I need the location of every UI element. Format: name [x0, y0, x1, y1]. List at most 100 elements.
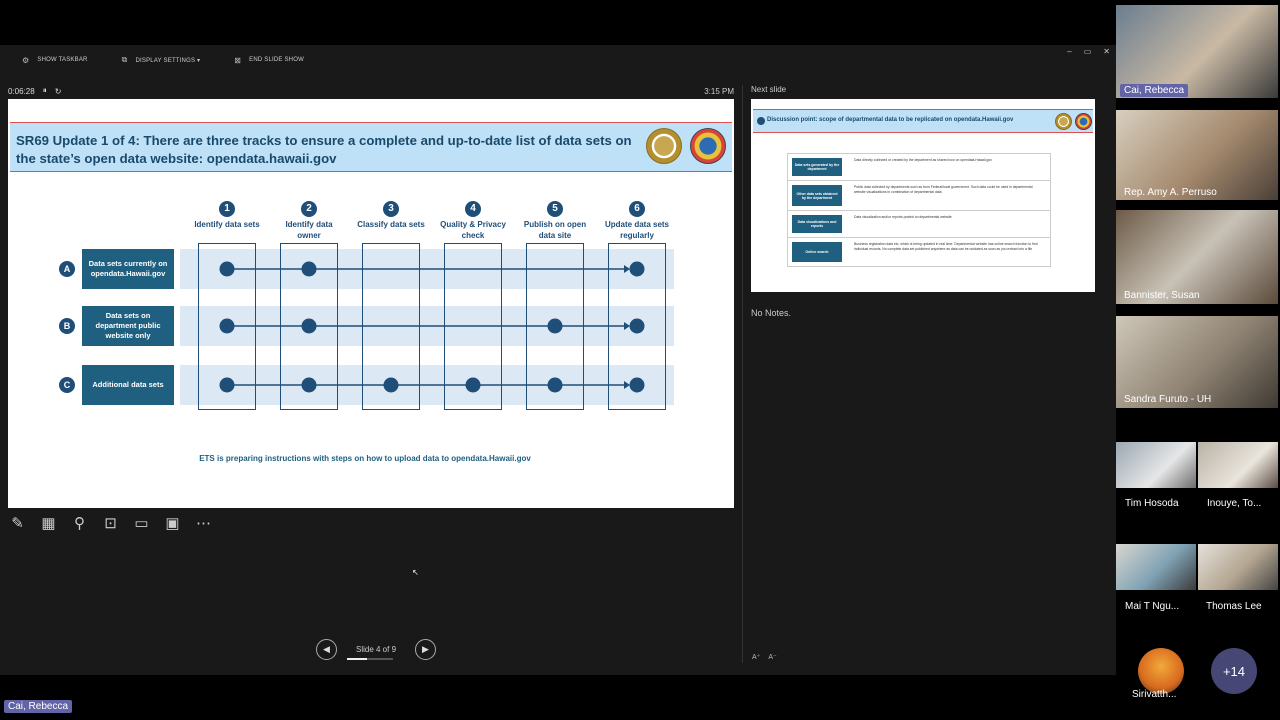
slide-progress-fill — [347, 658, 367, 660]
clock: 3:15 PM — [704, 86, 734, 96]
participant-name: Rep. Amy A. Perruso — [1124, 187, 1217, 198]
row-label: Data visualizations and reports — [792, 215, 842, 233]
more-participants-button[interactable]: +14 — [1211, 648, 1257, 694]
track-letter-a: A — [59, 261, 75, 277]
track-step-dot — [301, 377, 317, 393]
grid-icon[interactable]: ▦ — [39, 513, 58, 532]
speaker-notes[interactable]: No Notes. — [751, 308, 791, 318]
end-slide-show-button[interactable]: ⊠ END SLIDE SHOW — [234, 56, 304, 65]
taskbar-icon: ⚙ — [22, 55, 30, 65]
video-tile[interactable] — [1116, 442, 1196, 488]
next-slide-preview[interactable]: Discussion point: scope of departmental … — [751, 99, 1095, 292]
more-icon[interactable]: ⋯ — [194, 513, 213, 532]
reset-timer-button[interactable]: ↻ — [55, 87, 62, 96]
presenter-toolbar: ⚙ SHOW TASKBAR ⧉ DISPLAY SETTINGS ▾ ⊠ EN… — [0, 45, 1116, 75]
row-label: Online search — [792, 242, 842, 262]
track-step-dot — [219, 318, 235, 334]
display-settings-button[interactable]: ⧉ DISPLAY SETTINGS ▾ — [122, 55, 201, 65]
presenter-view: ⚙ SHOW TASKBAR ⧉ DISPLAY SETTINGS ▾ ⊠ EN… — [0, 45, 1116, 675]
video-tile[interactable] — [1198, 544, 1278, 590]
scope-table: Data sets generated by the department Da… — [787, 153, 1051, 267]
track-step-dot — [629, 377, 645, 393]
track-arrow — [624, 265, 630, 273]
participant-name: Sirivatth... — [1132, 689, 1177, 700]
track-step-dot — [547, 377, 563, 393]
window-controls: – ▭ ✕ — [1067, 47, 1110, 56]
slide-counter-label: Slide 4 of 9 — [355, 645, 397, 654]
row-text: Data visualization and/or reports posted… — [854, 215, 952, 219]
mouse-cursor-icon: ↖ — [412, 568, 419, 577]
avatar[interactable] — [1138, 648, 1184, 694]
track-label-b: Data sets on department public website o… — [82, 306, 174, 346]
row-text: Public data collected by departments suc… — [854, 185, 1033, 194]
video-tile[interactable] — [1198, 442, 1278, 488]
next-slide-title-bar: Discussion point: scope of departmental … — [753, 109, 1093, 133]
next-slide-button[interactable]: ▶ — [415, 639, 436, 660]
track-arrow — [624, 381, 630, 389]
track-step-dot — [219, 261, 235, 277]
pen-icon[interactable]: ✎ — [8, 513, 27, 532]
increase-font-button[interactable]: A⁺ — [752, 653, 760, 661]
table-row: Other data sets obtained by the departme… — [788, 181, 1050, 211]
pointer-icon[interactable]: ⊡ — [101, 513, 120, 532]
participant-name: Sandra Furuto - UH — [1124, 394, 1212, 405]
pane-divider[interactable] — [742, 85, 743, 663]
display-settings-label: DISPLAY SETTINGS ▾ — [135, 57, 201, 64]
subtitles-icon[interactable]: ▭ — [132, 513, 151, 532]
current-slide: SR69 Update 1 of 4: There are three trac… — [8, 99, 734, 508]
previous-slide-button[interactable]: ◀ — [316, 639, 337, 660]
row-label: Other data sets obtained by the departme… — [792, 185, 842, 206]
meeting-window: ⚙ SHOW TASKBAR ⧉ DISPLAY SETTINGS ▾ ⊠ EN… — [0, 0, 1280, 720]
timer-row: 0:06:28 ⏸ ↻ 3:15 PM — [8, 85, 734, 97]
track-letter-c: C — [59, 377, 75, 393]
show-taskbar-button[interactable]: ⚙ SHOW TASKBAR — [22, 56, 88, 65]
zoom-icon[interactable]: ⚲ — [70, 513, 89, 532]
end-show-icon: ⊠ — [234, 55, 242, 65]
track-letter-b: B — [59, 318, 75, 334]
participant-gallery: Cai, Rebecca Rep. Amy A. Perruso Bannist… — [1116, 0, 1280, 720]
camera-icon[interactable]: ▣ — [163, 513, 182, 532]
participant-name: Thomas Lee — [1206, 601, 1262, 612]
notes-font-controls: A⁺ A⁻ — [752, 653, 777, 661]
track-step-dot — [383, 377, 399, 393]
maximize-button[interactable]: ▭ — [1084, 47, 1092, 56]
track-step-dot — [547, 318, 563, 334]
department-seal-icon — [1075, 113, 1092, 130]
track-step-dot — [301, 261, 317, 277]
participant-name: Cai, Rebecca — [1120, 84, 1189, 97]
bullet-icon — [757, 117, 765, 125]
close-button[interactable]: ✕ — [1103, 47, 1110, 56]
table-row: Data visualizations and reports Data vis… — [788, 211, 1050, 238]
next-slide-title: Discussion point: scope of departmental … — [767, 117, 1014, 123]
decrease-font-button[interactable]: A⁻ — [768, 653, 776, 661]
participant-name: Mai T Ngu... — [1125, 601, 1180, 612]
row-text: Business registration data etc. which is… — [854, 242, 1038, 251]
end-slide-show-label: END SLIDE SHOW — [249, 57, 304, 63]
track-step-dot — [629, 261, 645, 277]
slide-tools: ✎ ▦ ⚲ ⊡ ▭ ▣ ⋯ — [8, 513, 213, 532]
table-row: Data sets generated by the department Da… — [788, 154, 1050, 181]
row-text: Data directly collected or created by th… — [854, 158, 992, 162]
table-row: Online search Business registration data… — [788, 238, 1050, 266]
display-icon: ⧉ — [121, 55, 128, 64]
slide-counter[interactable]: Slide 4 of 9 — [347, 645, 405, 660]
pause-timer-button[interactable]: ⏸ — [43, 86, 47, 96]
participant-name: Inouye, To... — [1207, 498, 1262, 509]
next-slide-label: Next slide — [751, 85, 787, 94]
track-label-a: Data sets currently on opendata.Hawaii.g… — [82, 249, 174, 289]
minimize-button[interactable]: – — [1067, 47, 1071, 56]
slide-footer: ETS is preparing instructions with steps… — [199, 454, 531, 463]
video-tile[interactable] — [1116, 544, 1196, 590]
track-diagram — [219, 261, 645, 393]
slide-navigation: ◀ Slide 4 of 9 ▶ — [316, 639, 436, 660]
track-step-dot — [629, 318, 645, 334]
participant-name: Tim Hosoda — [1125, 498, 1179, 509]
track-step-dot — [465, 377, 481, 393]
elapsed-time: 0:06:28 — [8, 86, 35, 96]
track-label-c: Additional data sets — [82, 365, 174, 405]
track-step-dot — [301, 318, 317, 334]
show-taskbar-label: SHOW TASKBAR — [37, 57, 88, 63]
track-arrow — [624, 322, 630, 330]
participant-name: Bannister, Susan — [1124, 290, 1200, 301]
state-seal-icon — [1055, 113, 1072, 130]
